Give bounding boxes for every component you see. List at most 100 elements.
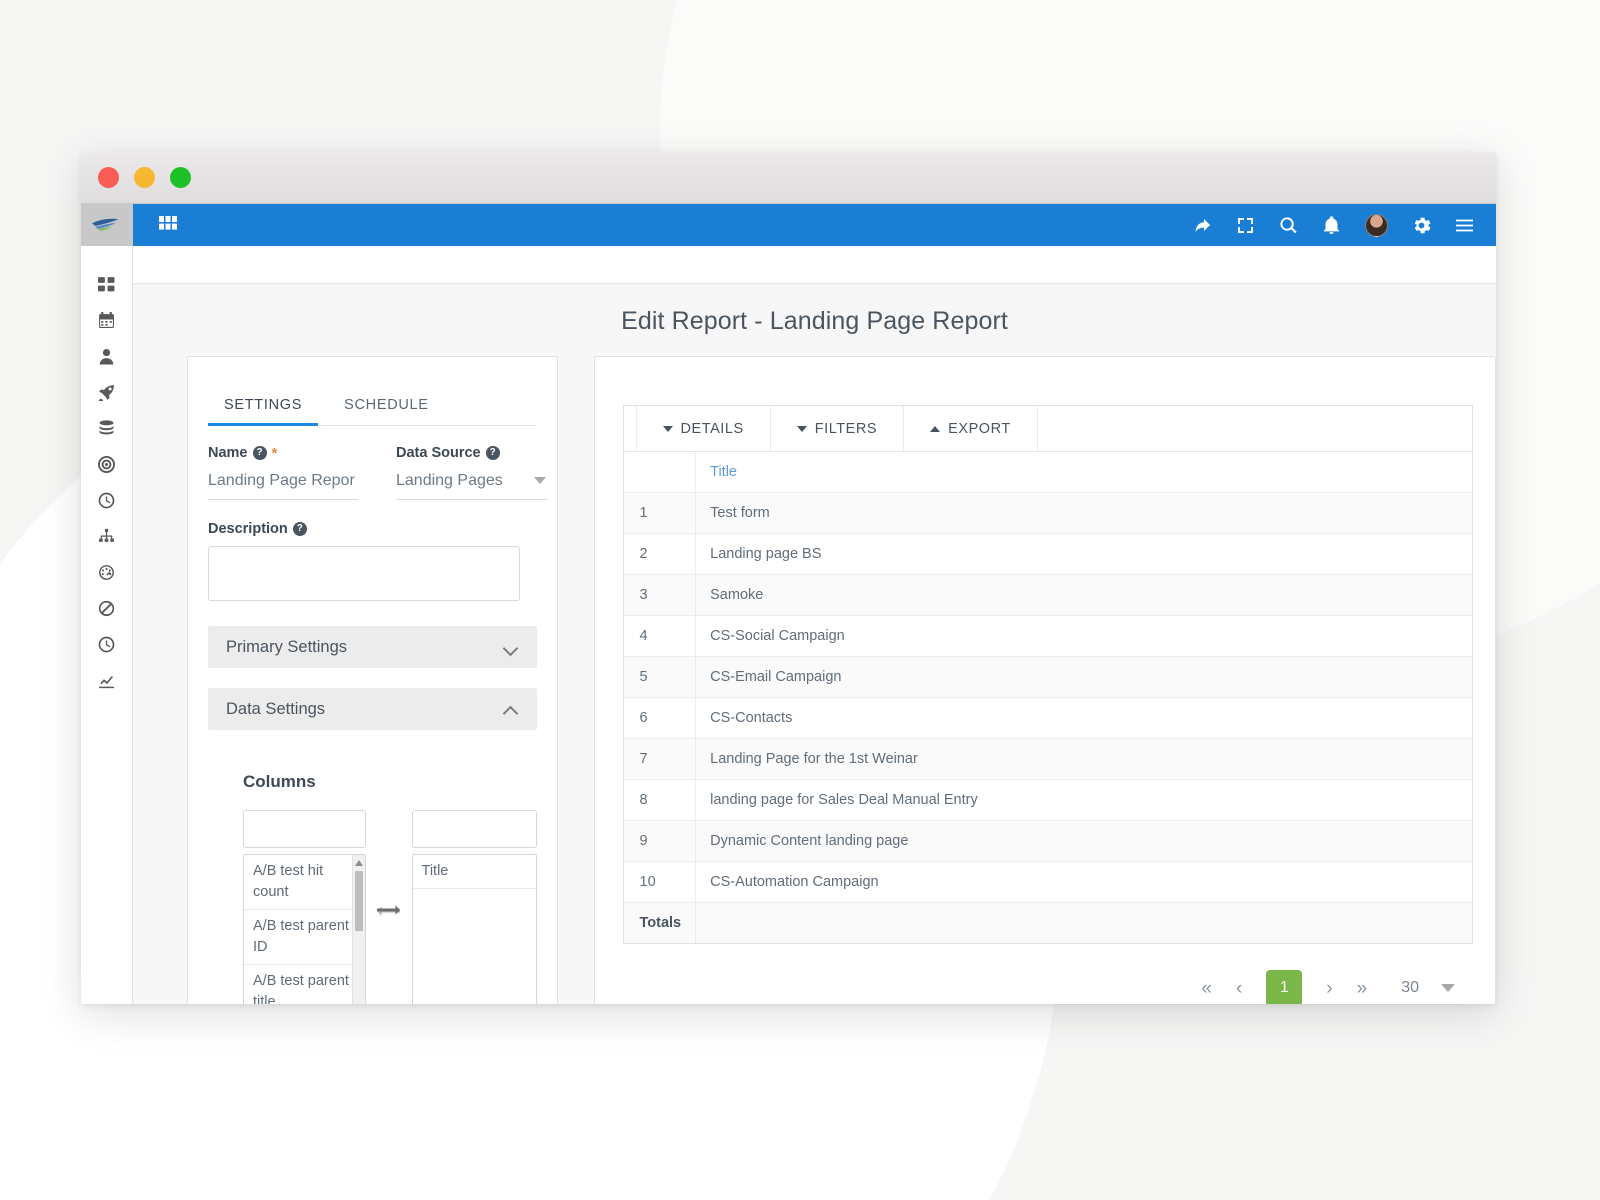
app-body: Edit Report - Landing Page Report SETTIN…	[81, 204, 1496, 1004]
minimize-button[interactable]	[134, 167, 155, 188]
scroll-up-icon[interactable]	[355, 860, 363, 866]
settings-button[interactable]	[1412, 216, 1431, 235]
app-menu-grid-icon[interactable]	[159, 215, 177, 235]
page-size-select[interactable]: 30	[1401, 979, 1455, 997]
menu-button[interactable]	[1455, 216, 1474, 235]
tab-settings[interactable]: SETTINGS	[208, 385, 319, 426]
description-textarea[interactable]	[208, 546, 520, 601]
tab-filters[interactable]: FILTERS	[771, 406, 905, 451]
table-row[interactable]: 4 CS-Social Campaign	[623, 615, 1472, 657]
fullscreen-button[interactable]	[1236, 216, 1255, 235]
sidebar-item-reports[interactable]	[94, 669, 120, 691]
sidebar-item-suppression[interactable]	[94, 597, 120, 619]
search-button[interactable]	[1279, 216, 1298, 235]
sidebar-item-performance[interactable]	[94, 561, 120, 583]
table-row[interactable]: 6 CS-Contacts	[623, 697, 1472, 739]
available-columns-listbox[interactable]: A/B test hit count A/B test parent ID A/…	[243, 854, 366, 1004]
selected-columns-listbox[interactable]: Title	[411, 854, 537, 1004]
pagination-first[interactable]: «	[1201, 979, 1212, 998]
selected-columns-filter-input[interactable]	[411, 810, 537, 848]
data-source-select[interactable]	[396, 470, 548, 500]
data-source-value[interactable]	[396, 470, 548, 500]
row-title: CS-Contacts	[695, 697, 1472, 739]
listbox-scrollbar[interactable]	[352, 855, 365, 1004]
sidebar-item-contacts[interactable]	[94, 345, 120, 367]
sidebar-item-workflows[interactable]	[94, 525, 120, 547]
list-item[interactable]: Title	[412, 855, 536, 890]
table-row[interactable]: 3 Samoke	[623, 574, 1472, 616]
scrollbar-thumb[interactable]	[355, 871, 363, 931]
report-table-head: Title	[623, 452, 1472, 493]
pagination-next[interactable]: ›	[1326, 979, 1332, 998]
table-row[interactable]: 8 landing page for Sales Deal Manual Ent…	[623, 779, 1472, 821]
page-size-value: 30	[1401, 979, 1419, 996]
available-columns-filter-input[interactable]	[243, 810, 366, 848]
name-input[interactable]	[208, 470, 358, 500]
sidebar-item-dashboard[interactable]	[94, 273, 120, 295]
table-row[interactable]: 2 Landing page BS	[623, 533, 1472, 575]
share-button[interactable]	[1193, 216, 1212, 235]
accordion-data-settings[interactable]: Data Settings	[208, 688, 537, 730]
sidebar-item-history[interactable]	[94, 633, 120, 655]
totals-value	[695, 902, 1472, 943]
tab-export[interactable]: EXPORT	[904, 406, 1038, 451]
caret-up-icon	[930, 425, 941, 432]
sidebar-item-calendar[interactable]	[94, 309, 120, 331]
swap-columns-button[interactable]	[366, 810, 412, 1004]
pagination: « ‹ 1 › » 30	[595, 944, 1496, 1004]
table-row[interactable]: 5 CS-Email Campaign	[623, 656, 1472, 698]
tab-schedule[interactable]: SCHEDULE	[328, 385, 445, 425]
sidebar-item-targets[interactable]	[94, 453, 120, 475]
accordion-primary-settings[interactable]: Primary Settings	[208, 626, 537, 668]
name-help-icon[interactable]: ?	[252, 446, 267, 460]
column-header-index[interactable]	[623, 452, 697, 493]
list-item[interactable]: A/B test parent title	[244, 965, 365, 1004]
avatar[interactable]	[1365, 213, 1388, 237]
settings-panel: SETTINGS SCHEDULE Name ? * Landing Page …	[187, 356, 558, 1004]
data-source-help-icon[interactable]: ?	[485, 446, 500, 460]
notifications-button[interactable]	[1322, 215, 1341, 235]
row-title: Landing Page for the 1st Weinar	[695, 738, 1472, 780]
columns-heading: Columns	[243, 772, 316, 791]
pagination-last[interactable]: »	[1357, 979, 1368, 998]
name-field-group: Name ? *	[208, 445, 358, 500]
tab-schedule-label: SCHEDULE	[344, 397, 429, 413]
database-stack-icon	[99, 419, 114, 434]
data-source-label-row: Data Source ?	[396, 445, 548, 461]
grid-icon	[159, 215, 177, 230]
selected-columns-group: Title	[411, 810, 537, 1004]
list-item[interactable]: A/B test parent ID	[244, 910, 365, 966]
share-icon	[1195, 218, 1210, 232]
app-logo[interactable]	[81, 204, 133, 246]
sidebar-item-activity[interactable]	[94, 489, 120, 511]
table-row[interactable]: 10 CS-Automation Campaign	[623, 861, 1472, 903]
table-row[interactable]: 7 Landing Page for the 1st Weinar	[623, 738, 1472, 780]
list-item[interactable]: A/B test hit count	[244, 855, 365, 911]
sidebar-item-data[interactable]	[94, 417, 120, 439]
zoom-button[interactable]	[170, 167, 191, 188]
row-title: Dynamic Content landing page	[695, 820, 1472, 862]
close-button[interactable]	[98, 167, 119, 188]
column-header-title[interactable]: Title	[695, 452, 1472, 493]
contact-person-icon	[99, 348, 114, 364]
content-columns: SETTINGS SCHEDULE Name ? * Landing Page …	[133, 356, 1496, 1004]
sidebar-item-campaigns[interactable]	[94, 381, 120, 403]
row-title: landing page for Sales Deal Manual Entry	[695, 779, 1472, 821]
pagination-prev[interactable]: ‹	[1236, 979, 1242, 998]
report-tabs: DETAILS FILTERS EXPORT	[623, 406, 1472, 452]
tab-details[interactable]: DETAILS	[635, 406, 771, 451]
gear-icon	[1414, 217, 1431, 233]
data-source-label: Data Source	[396, 445, 481, 461]
data-source-field-group: Data Source ?	[396, 445, 548, 500]
name-label: Name	[208, 445, 248, 461]
totals-label: Totals	[623, 902, 697, 943]
bell-icon	[1323, 215, 1340, 234]
table-row[interactable]: 1 Test form	[623, 492, 1472, 534]
table-row[interactable]: 9 Dynamic Content landing page	[623, 820, 1472, 862]
swap-arrows-icon	[377, 904, 401, 916]
pagination-page-1[interactable]: 1	[1266, 970, 1303, 1004]
tab-settings-label: SETTINGS	[224, 397, 303, 413]
row-title: Landing page BS	[695, 533, 1472, 575]
description-help-icon[interactable]: ?	[292, 522, 307, 536]
name-source-row: Name ? * Data Source ?	[208, 445, 548, 500]
